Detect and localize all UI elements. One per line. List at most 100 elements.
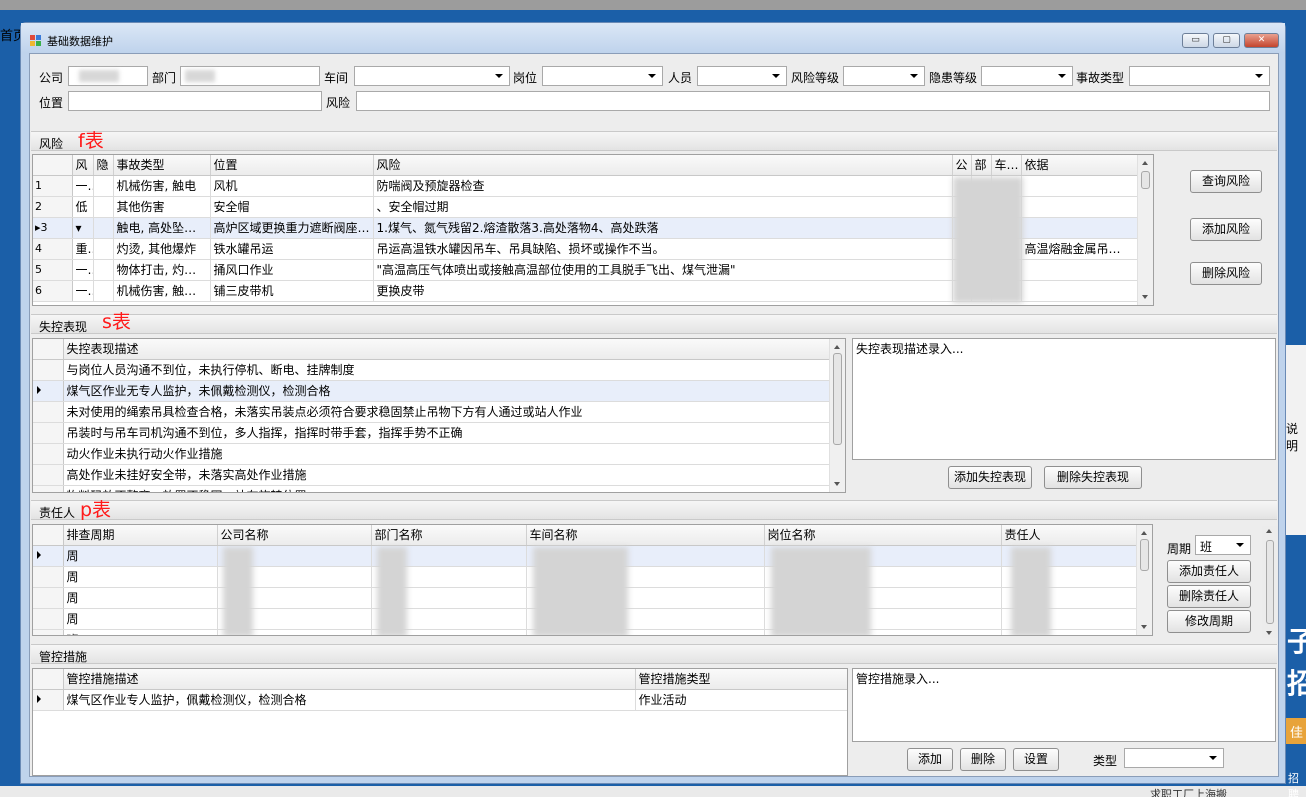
cell[interactable]: 、安全帽过期 bbox=[373, 196, 953, 218]
column-header[interactable]: 风 bbox=[72, 155, 94, 176]
column-header[interactable]: 隐 bbox=[93, 155, 114, 176]
cell[interactable] bbox=[93, 175, 114, 197]
risk-table[interactable]: 风 隐 事故类型 位置 风险 公 部 车间 依据 1 一. 机械伤害, 触电 风机 防喘… bbox=[32, 154, 1154, 306]
cell[interactable] bbox=[93, 217, 114, 239]
column-header[interactable]: 部门名称 bbox=[371, 525, 527, 546]
scroll-thumb[interactable] bbox=[1140, 539, 1149, 571]
cell[interactable]: 安全帽 bbox=[210, 196, 374, 218]
column-header[interactable]: 岗位名称 bbox=[764, 525, 1002, 546]
cell[interactable]: 高温熔融金属吊… bbox=[1021, 238, 1140, 260]
cell[interactable] bbox=[1021, 280, 1140, 302]
column-header[interactable]: 部 bbox=[971, 155, 992, 176]
location-input[interactable] bbox=[68, 91, 322, 111]
close-button[interactable]: ✕ bbox=[1244, 33, 1279, 48]
column-header[interactable]: 管控措施描述 bbox=[63, 669, 636, 690]
cell[interactable]: 煤气区作业专人监护，佩戴检测仪，检测合格 bbox=[63, 689, 636, 711]
column-header[interactable]: 失控表现描述 bbox=[63, 339, 832, 360]
add-control-loss-button[interactable]: 添加失控表现 bbox=[948, 466, 1032, 489]
table-row[interactable]: 动火作业未执行动火作业措施 bbox=[33, 443, 832, 465]
add-measure-button[interactable]: 添加 bbox=[907, 748, 953, 771]
cell[interactable]: 更换皮带 bbox=[373, 280, 953, 302]
cell[interactable] bbox=[93, 280, 114, 302]
cell[interactable]: 煤气区作业无专人监护，未佩戴检测仪，检测合格 bbox=[63, 380, 832, 402]
cell[interactable]: 触电, 高处坠… bbox=[113, 217, 211, 239]
cell[interactable]: 未对使用的绳索吊具检查合格，未落实吊装点必须符合要求稳固禁止吊物下方有人通过或站… bbox=[63, 401, 832, 423]
modify-period-button[interactable]: 修改周期 bbox=[1167, 610, 1251, 633]
risk-filter-input[interactable] bbox=[356, 91, 1270, 111]
column-header[interactable]: 车间名称 bbox=[526, 525, 765, 546]
delete-control-loss-button[interactable]: 删除失控表现 bbox=[1044, 466, 1142, 489]
maximize-button[interactable]: ▢ bbox=[1213, 33, 1240, 48]
delete-risk-button[interactable]: 删除风险 bbox=[1190, 262, 1262, 285]
cell[interactable]: 物料码放不整齐，放置不稳固，站在旋转位置 bbox=[63, 485, 832, 492]
scroll-thumb[interactable] bbox=[1266, 540, 1274, 624]
risk-table-scrollbar[interactable] bbox=[1137, 155, 1153, 305]
responsible-scrollbar[interactable] bbox=[1136, 525, 1152, 635]
column-header[interactable]: 公司名称 bbox=[217, 525, 372, 546]
cell[interactable]: 物体打击, 灼… bbox=[113, 259, 211, 281]
cell[interactable]: 吊运高温铁水罐因吊车、吊具缺陷、损坏或操作不当。 bbox=[373, 238, 953, 260]
cell[interactable] bbox=[1021, 175, 1140, 197]
cell[interactable] bbox=[93, 259, 114, 281]
cell[interactable]: 其他伤害 bbox=[113, 196, 211, 218]
workshop-combo[interactable] bbox=[354, 66, 510, 86]
column-header[interactable]: 责任人 bbox=[1001, 525, 1139, 546]
column-header[interactable]: 排查周期 bbox=[63, 525, 218, 546]
cell[interactable]: 铁水罐吊运 bbox=[210, 238, 374, 260]
table-row[interactable]: 未对使用的绳索吊具检查合格，未落实吊装点必须符合要求稳固禁止吊物下方有人通过或站… bbox=[33, 401, 832, 423]
column-header[interactable]: 依据 bbox=[1021, 155, 1140, 176]
table-row[interactable]: 吊装时与吊车司机沟通不到位，多人指挥，指挥时带手套，指挥手势不正确 bbox=[33, 422, 832, 444]
column-header[interactable]: 风险 bbox=[373, 155, 953, 176]
side-panel-scrollbar[interactable] bbox=[1262, 526, 1278, 638]
column-header[interactable]: 事故类型 bbox=[113, 155, 211, 176]
cell[interactable]: 1.煤气、氮气残留2.熔渣散落3.高处落物4、高处跌落 bbox=[373, 217, 953, 239]
risk-level-combo[interactable] bbox=[843, 66, 925, 86]
table-row-selected[interactable]: 煤气区作业无专人监护，未佩戴检测仪，检测合格 bbox=[33, 380, 832, 402]
accident-type-combo[interactable] bbox=[1129, 66, 1270, 86]
cell[interactable] bbox=[1021, 259, 1140, 281]
cell[interactable]: 重. bbox=[72, 238, 94, 260]
delete-responsible-button[interactable]: 删除责任人 bbox=[1167, 585, 1251, 608]
table-row[interactable]: 煤气区作业专人监护，佩戴检测仪，检测合格 作业活动 bbox=[33, 689, 847, 711]
scroll-thumb[interactable] bbox=[833, 353, 842, 445]
cell[interactable]: 周 bbox=[63, 608, 218, 630]
control-loss-scrollbar[interactable] bbox=[829, 339, 845, 492]
cell[interactable] bbox=[93, 238, 114, 260]
table-row[interactable]: 物料码放不整齐，放置不稳固，站在旋转位置 bbox=[33, 485, 832, 492]
cell[interactable]: 机械伤害, 触电 bbox=[113, 175, 211, 197]
cell[interactable]: 动火作业未执行动火作业措施 bbox=[63, 443, 832, 465]
column-header[interactable]: 位置 bbox=[210, 155, 374, 176]
cell[interactable]: 周 bbox=[63, 587, 218, 609]
cell[interactable]: 作业活动 bbox=[635, 689, 847, 711]
period-combo[interactable]: 班 bbox=[1195, 535, 1251, 555]
cell[interactable]: 高处作业未挂好安全带，未落实高处作业措施 bbox=[63, 464, 832, 486]
cell-dropdown[interactable]: ▾ bbox=[72, 217, 94, 239]
title-bar[interactable]: 基础数据维护 ▭ ▢ ✕ bbox=[21, 23, 1285, 53]
add-responsible-button[interactable]: 添加责任人 bbox=[1167, 560, 1251, 583]
cell[interactable]: 铺三皮带机 bbox=[210, 280, 374, 302]
responsible-table[interactable]: 排查周期 公司名称 部门名称 车间名称 岗位名称 责任人 周 周 周 周 班 bbox=[32, 524, 1153, 636]
cell[interactable]: 一. bbox=[72, 259, 94, 281]
measures-input[interactable]: 管控措施录入... bbox=[852, 668, 1276, 742]
measure-type-combo[interactable] bbox=[1124, 748, 1224, 768]
cell[interactable] bbox=[1021, 217, 1140, 239]
table-row[interactable]: 高处作业未挂好安全带，未落实高处作业措施 bbox=[33, 464, 832, 486]
person-combo[interactable] bbox=[697, 66, 787, 86]
company-input[interactable] bbox=[68, 66, 148, 86]
cell[interactable]: 风机 bbox=[210, 175, 374, 197]
scroll-thumb[interactable] bbox=[1141, 171, 1150, 189]
hazard-level-combo[interactable] bbox=[981, 66, 1073, 86]
column-header[interactable]: 管控措施类型 bbox=[635, 669, 847, 690]
measures-table[interactable]: 管控措施描述 管控措施类型 煤气区作业专人监护，佩戴检测仪，检测合格 作业活动 bbox=[32, 668, 848, 776]
cell[interactable]: 低 bbox=[72, 196, 94, 218]
cell[interactable]: 防喘阀及预旋器检查 bbox=[373, 175, 953, 197]
add-risk-button[interactable]: 添加风险 bbox=[1190, 218, 1262, 241]
cell[interactable]: 与岗位人员沟通不到位，未执行停机、断电、挂牌制度 bbox=[63, 359, 832, 381]
cell[interactable]: 一. bbox=[72, 175, 94, 197]
cell[interactable] bbox=[93, 196, 114, 218]
cell[interactable]: 高炉区域更换重力遮断阀座… bbox=[210, 217, 374, 239]
cell[interactable]: 一. bbox=[72, 280, 94, 302]
minimize-button[interactable]: ▭ bbox=[1182, 33, 1209, 48]
cell[interactable]: 灼烫, 其他爆炸 bbox=[113, 238, 211, 260]
cell[interactable]: 周 bbox=[63, 566, 218, 588]
